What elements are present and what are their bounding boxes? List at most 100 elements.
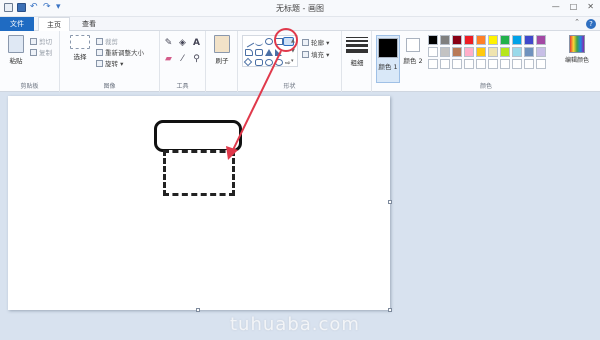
palette-swatch[interactable] [452,47,462,57]
outline-button[interactable]: 轮廓 ▾ [302,37,329,47]
palette-swatch[interactable] [488,47,498,57]
workspace [0,92,600,340]
shapes-scroll-up-icon[interactable]: ▲ [291,38,296,46]
polygon-shape-icon[interactable] [245,49,253,56]
palette-swatch[interactable] [476,35,486,45]
palette-swatch[interactable] [512,59,522,69]
palette-swatch[interactable] [524,59,534,69]
oval-shape-icon[interactable] [265,38,273,45]
select-label: 选择 [73,53,87,61]
diamond-shape-icon[interactable] [243,57,253,67]
palette-swatch[interactable] [476,59,486,69]
resize-handle-corner[interactable] [388,308,392,312]
brushes-button[interactable]: 刷子 [211,35,233,65]
magnifier-icon[interactable]: ⚲ [192,55,201,64]
hexagon-shape-icon[interactable] [265,59,273,66]
shapes-scroll-down-icon[interactable]: ▼ [291,48,296,56]
minimize-button[interactable]: — [552,2,560,11]
group-label-shapes: 形状 [283,83,296,90]
right-triangle-shape-icon[interactable] [275,49,282,56]
palette-swatch[interactable] [536,47,546,57]
resize-handle-right[interactable] [388,200,392,204]
palette-swatch[interactable] [488,35,498,45]
resize-icon [96,48,103,56]
title-bar: ↶ ↷ ▾ 无标题 - 画图 — □ ✕ [0,0,600,17]
palette-swatch[interactable] [512,35,522,45]
rectangle-shape-icon[interactable] [275,38,283,45]
palette-swatch[interactable] [464,59,474,69]
palette-swatch[interactable] [440,59,450,69]
maximize-button[interactable]: □ [570,2,578,11]
group-label-image: 图像 [103,83,116,90]
fill-label: 填充 ▾ [311,51,330,59]
size-label: 粗细 [350,59,364,67]
palette-swatch[interactable] [500,35,510,45]
resize-handle-bottom[interactable] [196,308,200,312]
palette-swatch[interactable] [428,35,438,45]
palette-swatch[interactable] [488,59,498,69]
tab-view[interactable]: 查看 [74,17,104,31]
color1-button[interactable]: 颜色 1 [376,35,400,83]
crop-button[interactable]: 裁剪 [96,36,118,46]
close-button[interactable]: ✕ [587,2,594,11]
palette-swatch[interactable] [428,47,438,57]
ribbon: 粘贴 剪切 复制 剪贴板 选择 裁剪 重新调整大小 旋转 ▾ 图像 ✎ ◈ A … [0,31,600,92]
circle-shape-icon[interactable] [275,59,283,66]
line-shape-icon[interactable] [243,37,255,48]
pentagon-shape-icon[interactable] [255,59,263,66]
palette-swatch[interactable] [536,59,546,69]
edit-colors-label: 编辑颜色 [564,57,589,64]
color2-button[interactable]: 颜色 2 [402,35,424,65]
rectangle-drawing[interactable] [163,150,235,196]
copy-icon [30,48,37,56]
shapes-gallery[interactable]: ⇨ ▲ ▼ ▾ [242,35,298,67]
eraser-icon[interactable]: ▰ [164,55,173,64]
drawing-canvas[interactable] [8,96,390,310]
edit-colors-button[interactable]: 编辑颜色 [560,35,594,64]
palette-swatch[interactable] [452,59,462,69]
fill-button[interactable]: 填充 ▾ [302,49,329,59]
text-icon[interactable]: A [192,39,201,48]
paste-button[interactable]: 粘贴 [6,35,26,65]
resize-button[interactable]: 重新调整大小 [96,47,144,57]
palette-swatch[interactable] [512,47,522,57]
tab-home[interactable]: 主页 [38,17,70,31]
rotate-button[interactable]: 旋转 ▾ [96,58,123,68]
palette-swatch[interactable] [440,47,450,57]
copy-button[interactable]: 复制 [30,47,52,57]
palette-swatch[interactable] [464,35,474,45]
crop-icon [96,37,103,45]
curve-shape-icon[interactable] [255,39,263,46]
edit-colors-icon [569,35,585,53]
shapes-expand-icon[interactable]: ▾ [291,58,296,66]
palette-swatch[interactable] [500,47,510,57]
size-lines-icon[interactable] [346,37,368,55]
palette-swatch[interactable] [500,59,510,69]
round-rect-shape-icon[interactable] [255,49,263,56]
select-button[interactable]: 选择 [68,35,92,61]
window-controls: — □ ✕ [552,2,594,11]
palette-swatch[interactable] [536,35,546,45]
crop-label: 裁剪 [105,38,118,46]
select-icon [70,35,90,49]
paste-label: 粘贴 [9,57,23,65]
tab-file[interactable]: 文件 [0,17,34,31]
color-picker-icon[interactable]: ⁄ [178,55,187,64]
palette-swatch[interactable] [524,47,534,57]
palette-swatch[interactable] [428,59,438,69]
palette-swatch[interactable] [452,35,462,45]
group-label-colors: 颜色 [479,83,492,90]
palette-swatch[interactable] [524,35,534,45]
color2-label: 颜色 2 [403,57,423,65]
size-button[interactable]: 粗细 [344,57,370,67]
help-icon[interactable]: ? [586,19,596,29]
color2-swatch [406,38,420,52]
collapse-ribbon-icon[interactable]: ⌃ [574,18,580,26]
fill-icon[interactable]: ◈ [178,39,187,48]
palette-swatch[interactable] [476,47,486,57]
triangle-shape-icon[interactable] [265,49,273,56]
palette-swatch[interactable] [464,47,474,57]
palette-swatch[interactable] [440,35,450,45]
cut-button[interactable]: 剪切 [30,36,52,46]
pencil-icon[interactable]: ✎ [164,39,173,48]
